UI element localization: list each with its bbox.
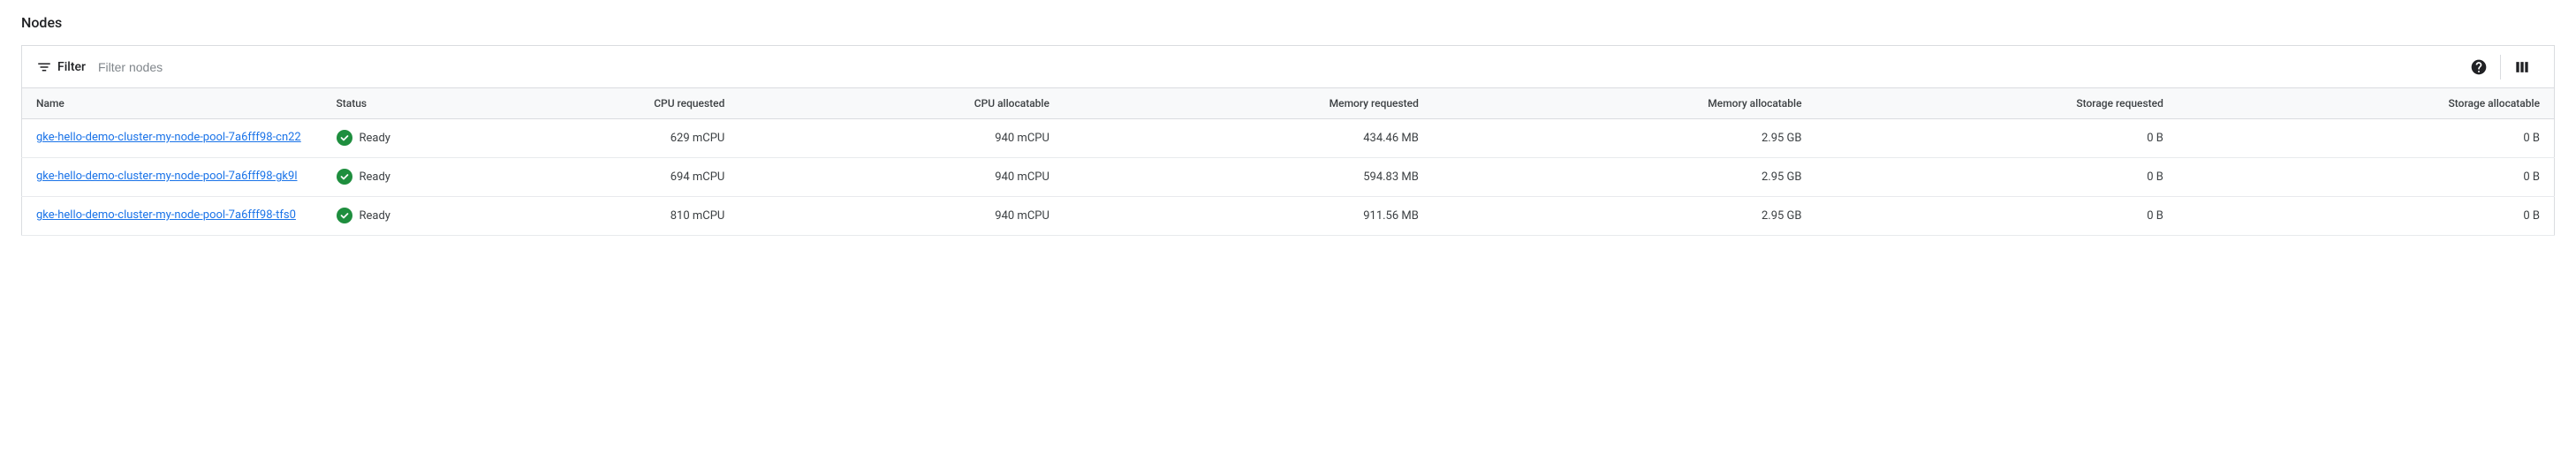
filter-toolbar: Filter <box>21 45 2555 87</box>
toolbar-divider <box>2500 55 2501 79</box>
col-header-memory-allocatable[interactable]: Memory allocatable <box>1433 88 1816 119</box>
cell-status: Ready <box>322 119 428 158</box>
cell-cpu-allocatable: 940 mCPU <box>739 197 1064 236</box>
cell-status: Ready <box>322 197 428 236</box>
cell-storage-requested: 0 B <box>1816 197 2178 236</box>
cell-storage-requested: 0 B <box>1816 119 2178 158</box>
col-header-name[interactable]: Name <box>22 88 322 119</box>
node-link[interactable]: gke-hello-demo-cluster-my-node-pool-7a6f… <box>36 130 301 146</box>
cell-storage-allocatable: 0 B <box>2178 119 2555 158</box>
table-row: gke-hello-demo-cluster-my-node-pool-7a6f… <box>22 197 2555 236</box>
cell-status: Ready <box>322 158 428 197</box>
cell-name: gke-hello-demo-cluster-my-node-pool-7a6f… <box>22 158 322 197</box>
node-link[interactable]: gke-hello-demo-cluster-my-node-pool-7a6f… <box>36 169 298 185</box>
status-text: Ready <box>360 132 390 145</box>
cell-cpu-requested: 810 mCPU <box>428 197 739 236</box>
filter-input[interactable] <box>98 60 2461 74</box>
table-row: gke-hello-demo-cluster-my-node-pool-7a6f… <box>22 158 2555 197</box>
section-title: Nodes <box>21 14 2555 31</box>
col-header-storage-allocatable[interactable]: Storage allocatable <box>2178 88 2555 119</box>
cell-cpu-allocatable: 940 mCPU <box>739 158 1064 197</box>
cell-cpu-requested: 694 mCPU <box>428 158 739 197</box>
cell-cpu-requested: 629 mCPU <box>428 119 739 158</box>
cell-storage-allocatable: 0 B <box>2178 197 2555 236</box>
cell-memory-allocatable: 2.95 GB <box>1433 119 1816 158</box>
node-link[interactable]: gke-hello-demo-cluster-my-node-pool-7a6f… <box>36 208 296 223</box>
table-row: gke-hello-demo-cluster-my-node-pool-7a6f… <box>22 119 2555 158</box>
cell-memory-allocatable: 2.95 GB <box>1433 158 1816 197</box>
check-icon <box>337 169 352 185</box>
check-icon <box>337 130 352 146</box>
status-text: Ready <box>360 170 390 184</box>
cell-name: gke-hello-demo-cluster-my-node-pool-7a6f… <box>22 119 322 158</box>
filter-label: Filter <box>57 60 86 74</box>
col-header-cpu-requested[interactable]: CPU requested <box>428 88 739 119</box>
columns-icon[interactable] <box>2504 49 2540 85</box>
cell-storage-requested: 0 B <box>1816 158 2178 197</box>
col-header-memory-requested[interactable]: Memory requested <box>1064 88 1433 119</box>
col-header-storage-requested[interactable]: Storage requested <box>1816 88 2178 119</box>
cell-cpu-allocatable: 940 mCPU <box>739 119 1064 158</box>
cell-storage-allocatable: 0 B <box>2178 158 2555 197</box>
cell-memory-requested: 434.46 MB <box>1064 119 1433 158</box>
col-header-status[interactable]: Status <box>322 88 428 119</box>
check-icon <box>337 208 352 223</box>
nodes-table: Name Status CPU requested CPU allocatabl… <box>21 87 2555 236</box>
cell-memory-requested: 911.56 MB <box>1064 197 1433 236</box>
cell-name: gke-hello-demo-cluster-my-node-pool-7a6f… <box>22 197 322 236</box>
help-icon[interactable] <box>2461 49 2496 85</box>
table-header-row: Name Status CPU requested CPU allocatabl… <box>22 88 2555 119</box>
cell-memory-allocatable: 2.95 GB <box>1433 197 1816 236</box>
filter-icon <box>36 59 52 75</box>
cell-memory-requested: 594.83 MB <box>1064 158 1433 197</box>
status-text: Ready <box>360 209 390 223</box>
col-header-cpu-allocatable[interactable]: CPU allocatable <box>739 88 1064 119</box>
